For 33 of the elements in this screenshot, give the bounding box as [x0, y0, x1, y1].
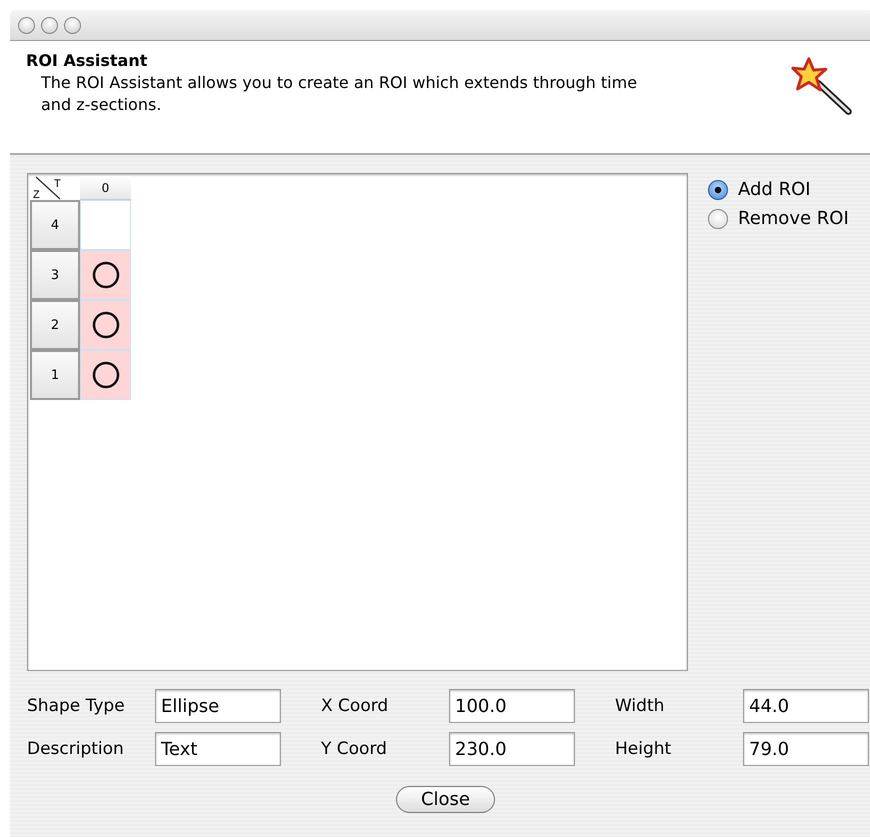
- row-header[interactable]: 1: [30, 350, 80, 400]
- window-control-button[interactable]: [18, 16, 35, 34]
- field-label: Description: [27, 739, 125, 759]
- dialog-title: ROI Assistant: [26, 51, 148, 70]
- ellipse-icon: [90, 260, 120, 290]
- row-header[interactable]: 3: [30, 250, 80, 300]
- window-control-button[interactable]: [64, 16, 81, 34]
- radio-option[interactable]: Remove ROI: [708, 208, 849, 229]
- radio-option[interactable]: Add ROI: [708, 179, 849, 200]
- input-field[interactable]: Ellipse: [155, 689, 281, 723]
- field-label: Shape Type: [27, 696, 126, 716]
- z-t-corner-header: Z T: [30, 176, 80, 200]
- field-label: Height: [614, 739, 672, 759]
- grid-cell[interactable]: [80, 200, 131, 250]
- row-header[interactable]: 2: [30, 300, 80, 350]
- grid-cell[interactable]: [80, 300, 131, 350]
- row-header[interactable]: 4: [30, 200, 80, 250]
- ellipse-icon: [90, 310, 120, 340]
- ellipse-icon: [90, 360, 120, 390]
- input-field[interactable]: 44.0: [743, 689, 869, 723]
- input-field[interactable]: 100.0: [449, 689, 575, 723]
- dialog-description: The ROI Assistant allows you to create an ROI which extends through time and z-sections.: [41, 72, 638, 116]
- field-label: X Coord: [320, 696, 390, 716]
- field-label: Y Coord: [320, 739, 388, 759]
- close-button[interactable]: Close: [396, 786, 496, 813]
- column-header: 0: [80, 176, 131, 200]
- window-control-button[interactable]: [41, 16, 58, 34]
- input-field[interactable]: Text: [155, 732, 281, 766]
- grid-cell[interactable]: [80, 250, 131, 300]
- grid-cell[interactable]: [80, 350, 131, 400]
- input-field[interactable]: 230.0: [449, 732, 575, 766]
- input-field[interactable]: 79.0: [743, 732, 869, 766]
- field-label: Width: [614, 696, 666, 716]
